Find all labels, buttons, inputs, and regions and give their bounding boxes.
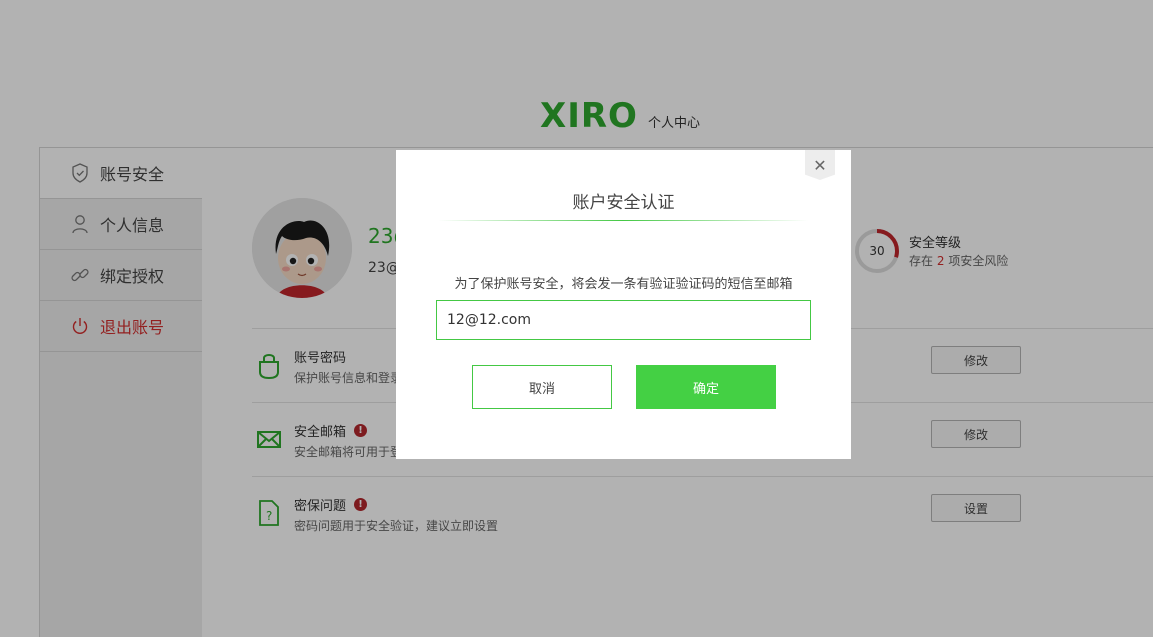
modal-title: 账户安全认证	[572, 193, 675, 213]
email-field[interactable]	[436, 300, 811, 340]
title-divider	[438, 220, 808, 221]
modal-message: 为了保护账号安全，将会发一条有验证验证码的短信至邮箱	[454, 277, 793, 292]
confirm-button[interactable]: 确定	[636, 365, 776, 409]
cancel-button[interactable]: 取消	[472, 365, 612, 409]
security-verification-modal: ✕ 账户安全认证 为了保护账号安全，将会发一条有验证验证码的短信至邮箱 取消 确…	[396, 150, 851, 459]
close-icon[interactable]: ✕	[805, 150, 835, 180]
